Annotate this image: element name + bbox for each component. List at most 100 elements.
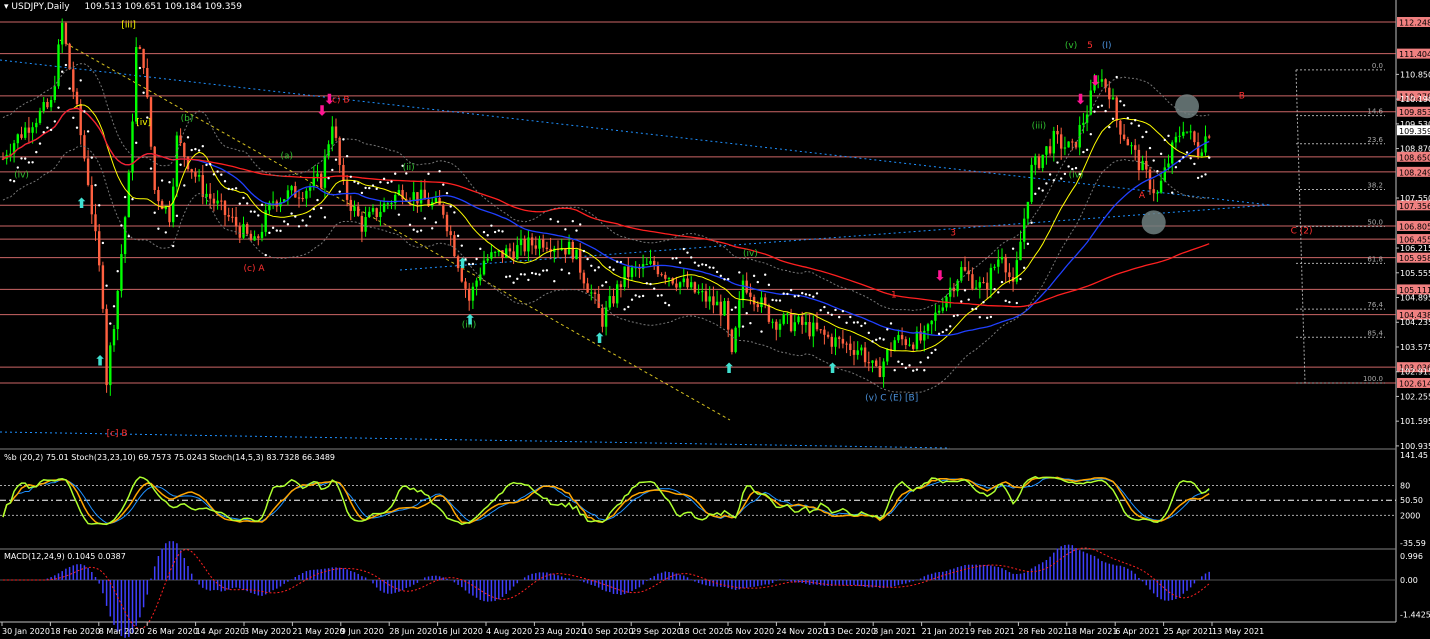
candle-body [630,267,634,278]
price-chart[interactable]: 112.248111.404110.278109.853108.650108.2… [0,0,1430,639]
parabolic-sar-dot [61,70,64,73]
candle-body [390,202,393,204]
parabolic-sar-dot [789,288,793,292]
parabolic-sar-dot [57,106,60,109]
candle-body [686,278,689,288]
parabolic-sar-dot [752,274,756,278]
parabolic-sar-dot [286,223,290,226]
parabolic-sar-dot [323,216,327,219]
parabolic-sar-dot [312,207,315,211]
wave-label: [iv] [136,118,151,128]
candle-body [1163,167,1166,181]
parabolic-sar-dot [604,280,608,284]
parabolic-sar-dot [678,261,682,264]
parabolic-sar-dot [408,223,412,226]
candle-body [860,347,863,351]
parabolic-sar-dot [135,141,138,145]
candle-body [867,362,870,364]
parabolic-sar-dot [149,167,153,170]
parabolic-sar-dot [1141,135,1144,139]
parabolic-sar-dot [364,186,367,190]
candle-body [493,251,497,253]
parabolic-sar-dot [331,168,334,172]
parabolic-sar-dot [701,263,704,266]
parabolic-sar-dot [1204,173,1207,176]
parabolic-sar-dot [72,116,75,119]
price-tick-label: 102.255 [1400,392,1430,401]
candle-body [1108,87,1111,100]
price-level-label: 112.248 [1399,19,1430,28]
candle-body [438,197,441,205]
parabolic-sar-dot [723,278,726,281]
parabolic-sar-dot [101,241,105,245]
candle-body [135,47,138,122]
parabolic-sar-dot [808,293,811,297]
parabolic-sar-dot [31,161,34,164]
symbol-label: USDJPY,Daily [11,2,70,12]
candle-body [216,200,219,204]
trend-line [59,39,731,421]
parabolic-sar-dot [316,198,319,202]
candle-body [142,48,145,68]
candle-body [923,330,926,341]
candle-body [775,321,778,330]
time-tick-label: 21 Jan 2021 [922,627,970,636]
candle-body [75,91,79,105]
candle-body [937,310,941,313]
parabolic-sar-dot [1178,159,1181,163]
candle-body [475,280,478,287]
parabolic-sar-dot [386,181,389,185]
candle-body [257,236,260,238]
parabolic-sar-dot [982,301,985,304]
parabolic-sar-dot [682,247,685,251]
candle-body [678,282,682,288]
candle-body [653,260,656,266]
candle-body [375,208,378,218]
parabolic-sar-dot [1174,166,1178,169]
buy-arrow-icon: ⬆ [464,312,476,328]
candle-body [357,206,360,216]
parabolic-sar-dot [926,356,930,359]
candle-body [749,292,752,297]
parabolic-sar-dot [1037,187,1041,190]
price-level-label: 107.356 [1399,202,1430,211]
candle-body [989,267,993,290]
candle-body [793,322,796,332]
parabolic-sar-dot [941,330,944,334]
parabolic-sar-dot [83,110,86,113]
parabolic-sar-dot [741,325,745,328]
candle-body [1115,97,1118,121]
candle-body [286,190,290,200]
parabolic-sar-dot [690,256,693,259]
fibonacci-level-label: 23.6 [1367,136,1383,144]
parabolic-sar-dot [394,172,397,175]
candle-body [86,158,90,185]
parabolic-sar-dot [519,273,523,276]
parabolic-sar-dot [1196,176,1200,180]
parabolic-sar-dot [767,283,771,287]
candle-body [334,126,338,138]
ohlc-values: 109.513 109.651 109.184 109.359 [84,2,242,12]
candle-body [912,344,915,349]
candle-body [138,47,142,49]
parabolic-sar-dot [834,308,837,312]
candle-body [623,266,626,288]
parabolic-sar-dot [778,299,782,302]
candle-body [1071,141,1074,143]
candle-body [153,146,156,191]
time-tick-label: 29 Sep 2020 [631,627,682,636]
candle-body [1082,122,1085,125]
candle-body [1137,149,1141,171]
parabolic-sar-dot [120,224,123,227]
parabolic-sar-dot [667,304,671,307]
parabolic-sar-dot [664,301,667,305]
parabolic-sar-dot [460,244,463,247]
parabolic-sar-dot [1156,170,1159,173]
fibonacci-level-label: 61.8 [1367,255,1383,263]
oscillator-label: %b (20,2) 75.01 Stoch(23,23,10) 69.7573 … [4,453,336,462]
candle-body [601,307,604,327]
candle-body [486,258,489,261]
parabolic-sar-dot [242,196,245,200]
candle-body [949,287,952,297]
candle-body [505,248,508,258]
